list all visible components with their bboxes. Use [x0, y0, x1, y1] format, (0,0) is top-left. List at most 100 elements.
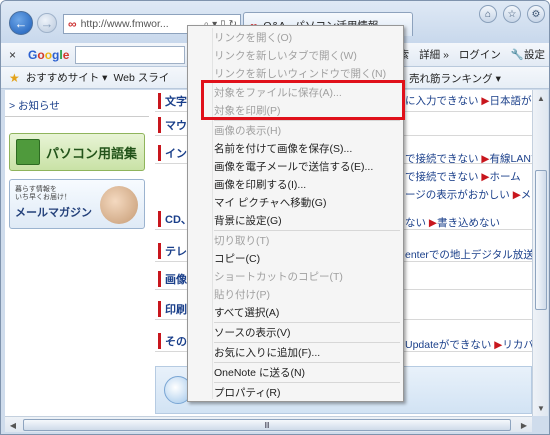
recommended-sites[interactable]: おすすめサイト ▾: [26, 70, 108, 85]
category-heading[interactable]: 画像: [165, 271, 187, 287]
menu-separator: [214, 342, 400, 343]
book-icon: [16, 139, 40, 165]
context-menu-item[interactable]: OneNote に送る(N): [214, 364, 305, 382]
scroll-down-arrow-icon[interactable]: ▼: [533, 400, 549, 416]
vertical-scrollbar[interactable]: ▲ ▼: [532, 90, 548, 416]
qa-link[interactable]: ホーム: [490, 169, 521, 184]
favorites-star-icon[interactable]: ★: [9, 71, 20, 85]
web-slice-gallery[interactable]: Web スライ: [113, 70, 169, 85]
context-menu-item: 画像の表示(H): [214, 125, 282, 137]
address-url[interactable]: http://www.fmwor...: [81, 18, 169, 30]
context-menu-item[interactable]: 画像を電子メールで送信する(E)...: [214, 158, 373, 176]
menu-separator: [214, 322, 400, 323]
scroll-up-arrow-icon[interactable]: ▲: [533, 90, 549, 106]
link-arrow-icon: ▶: [481, 153, 490, 165]
qa-link[interactable]: で接続できない: [405, 151, 479, 166]
category-marker: [158, 270, 161, 287]
context-menu-item[interactable]: ソースの表示(V): [214, 324, 290, 342]
category-heading[interactable]: 文字: [165, 93, 187, 109]
scroll-right-arrow-icon[interactable]: ▶: [516, 417, 532, 433]
site-favicon-icon: ∞: [68, 17, 77, 31]
qa-link[interactable]: 日本語が: [490, 93, 532, 108]
qa-link[interactable]: 有線LANで: [490, 151, 533, 166]
qa-link[interactable]: Updateができない: [405, 337, 491, 352]
context-menu-item[interactable]: お気に入りに追加(F)...: [214, 344, 320, 362]
menu-separator: [214, 362, 400, 363]
context-menu-item[interactable]: 背景に設定(G): [214, 212, 282, 230]
context-menu-item: リンクを開く(O): [214, 32, 293, 44]
link-arrow-icon: ▶: [481, 95, 490, 107]
category-marker: [158, 300, 161, 317]
category-heading[interactable]: テレ: [165, 243, 187, 259]
qa-link-line: Updateができない ▶リカバ: [405, 337, 532, 357]
mail-magazine-label: メールマガジン: [15, 207, 92, 219]
favorites-star-icon[interactable]: ☆: [503, 5, 521, 23]
divider: [5, 116, 149, 117]
toolbar1-right: 索 詳細 » ログイン 🔧設定: [399, 47, 545, 62]
qa-link[interactable]: に入力できない: [405, 93, 479, 108]
link-arrow-icon: ▶: [481, 171, 490, 183]
qa-link-line: ない ▶書き込めない: [405, 215, 532, 235]
category-marker: [158, 144, 161, 161]
horizontal-scrollbar[interactable]: ◀ Ⅲ ▶: [5, 416, 532, 432]
tools-gear-icon[interactable]: ⚙: [527, 5, 545, 23]
link-arrow-icon: ▶: [512, 189, 521, 201]
category-marker: [158, 242, 161, 259]
qa-link[interactable]: メー: [521, 187, 532, 202]
context-menu-item: ショートカットのコピー(T): [214, 271, 343, 283]
category-heading[interactable]: 印刷: [165, 301, 187, 317]
context-menu-item[interactable]: プロパティ(R): [214, 384, 280, 402]
mail-magazine-tagline: 暮らす情報を いち早くお届け！: [15, 186, 71, 201]
browser-window: ← → ∞ http://www.fmwor... ⌕ ▾ ▯ ↻ ∞ Q&A …: [0, 0, 550, 435]
category-marker: [158, 92, 161, 109]
qa-link[interactable]: ない: [405, 215, 426, 230]
pc-glossary-banner[interactable]: パソコン用語集: [9, 133, 145, 171]
context-menu-item[interactable]: 名前を付けて画像を保存(S)...: [214, 140, 352, 158]
context-menu-item[interactable]: すべて選択(A): [214, 304, 279, 322]
context-menu-item[interactable]: コピー(C): [214, 250, 260, 268]
qa-link[interactable]: リカバ: [502, 337, 532, 352]
qa-link-line: enterでの地上デジタル放送の視: [405, 247, 532, 267]
google-search-input[interactable]: [75, 45, 186, 64]
mail-magazine-banner[interactable]: 暮らす情報を いち早くお届け！ メールマガジン: [9, 179, 145, 229]
category-heading[interactable]: イン: [165, 145, 187, 161]
category-heading[interactable]: マウ: [165, 117, 187, 133]
forward-button[interactable]: →: [37, 13, 57, 33]
ranking-link[interactable]: 売れ筋ランキング ▾: [409, 71, 501, 86]
category-marker: [158, 332, 161, 349]
window-controls: ⌂ ☆ ⚙: [479, 5, 545, 23]
back-arrow-icon: ←: [14, 15, 28, 31]
category-heading[interactable]: その: [165, 333, 187, 349]
left-sidebar: > お知らせ パソコン用語集 暮らす情報を いち早くお届け！ メールマガジン: [5, 90, 149, 416]
wrench-icon: 🔧: [510, 49, 524, 61]
category-marker: [158, 116, 161, 133]
people-photo: [100, 186, 138, 224]
pc-glossary-label: パソコン用語集: [46, 145, 138, 161]
home-icon[interactable]: ⌂: [479, 5, 497, 23]
context-menu-item: 貼り付け(P): [214, 289, 270, 301]
login-link[interactable]: ログイン: [459, 47, 501, 62]
menu-separator: [214, 230, 400, 231]
scroll-left-arrow-icon[interactable]: ◀: [5, 417, 21, 433]
notice-link[interactable]: > お知らせ: [9, 98, 60, 113]
qa-link[interactable]: 書き込めない: [437, 215, 500, 230]
qa-link-line: で接続できない ▶有線LANで: [405, 151, 532, 171]
horizontal-scroll-thumb[interactable]: Ⅲ: [23, 419, 511, 431]
vertical-scroll-thumb[interactable]: [535, 170, 547, 310]
back-button[interactable]: ←: [9, 11, 33, 35]
context-menu-item[interactable]: マイ ピクチャへ移動(G): [214, 194, 326, 212]
category-marker: [158, 210, 161, 227]
qa-link[interactable]: で接続できない: [405, 169, 479, 184]
detail-link[interactable]: 詳細 »: [419, 47, 449, 62]
qa-link-line: ージの表示がおかしい ▶メー: [405, 187, 532, 207]
forward-arrow-icon: →: [40, 15, 54, 31]
context-menu-item[interactable]: 画像を印刷する(I)...: [214, 176, 306, 194]
settings-button[interactable]: 🔧設定: [511, 47, 545, 62]
close-toolbar-icon[interactable]: ×: [9, 48, 16, 62]
google-logo: Google: [28, 47, 70, 62]
menu-separator: [214, 120, 400, 121]
link-arrow-icon: ▶: [494, 339, 503, 351]
qa-link[interactable]: enterでの地上デジタル放送の視: [405, 247, 532, 262]
scroll-grip-icon: Ⅲ: [264, 420, 270, 430]
qa-link[interactable]: ージの表示がおかしい: [405, 187, 510, 202]
